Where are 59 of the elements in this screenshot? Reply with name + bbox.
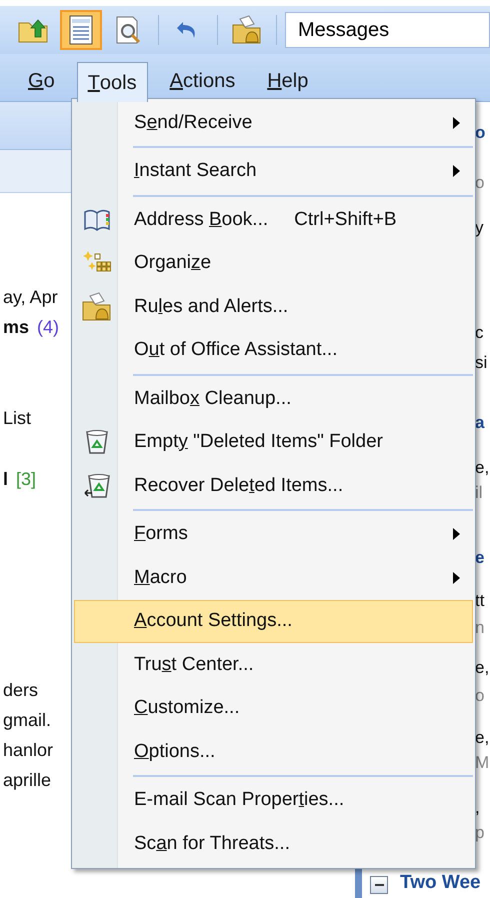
list-view-button[interactable] bbox=[60, 10, 102, 50]
collapse-toggle-icon[interactable] bbox=[370, 876, 388, 894]
pane-subheader bbox=[0, 150, 72, 193]
message-text: si bbox=[474, 352, 488, 374]
menu-item[interactable]: Instant Search bbox=[74, 150, 473, 193]
menu-bar-item[interactable]: Actions bbox=[160, 61, 246, 101]
menu-item[interactable]: Address Book... Ctrl+Shift+B bbox=[74, 198, 473, 242]
message-text: p bbox=[474, 822, 486, 844]
message-text: hanlor bbox=[3, 738, 54, 762]
message-text: c bbox=[474, 322, 484, 344]
menu-item[interactable]: E-mail Scan Properties... bbox=[74, 778, 473, 822]
menu-item[interactable]: Mailbox Cleanup... bbox=[74, 377, 473, 420]
menu-item[interactable]: Empty "Deleted Items" Folder bbox=[74, 420, 473, 464]
pane-header bbox=[0, 102, 72, 150]
group-header: Two Wee bbox=[400, 870, 481, 894]
menu-item[interactable]: Trust Center... bbox=[74, 643, 473, 686]
message-text: n bbox=[474, 617, 486, 639]
view-field[interactable]: Messages bbox=[285, 12, 490, 48]
folder-up-icon bbox=[18, 17, 48, 43]
menu-item[interactable]: Macro bbox=[74, 556, 473, 600]
menu-item[interactable]: Out of Office Assistant... bbox=[74, 328, 473, 372]
menu-item[interactable]: Organize bbox=[74, 242, 473, 285]
message-text: ay, Apr bbox=[3, 286, 58, 309]
trash-bin-arrow-icon bbox=[83, 472, 111, 499]
message-text: tt bbox=[474, 590, 486, 612]
message-text: e, bbox=[474, 457, 490, 479]
message-text: ders bbox=[3, 678, 38, 702]
menu-item[interactable]: Options... bbox=[74, 730, 473, 774]
message-text: e, bbox=[474, 657, 490, 679]
menu-item[interactable]: Rules and Alerts... bbox=[74, 285, 473, 328]
message-text: il bbox=[474, 482, 484, 504]
message-text: o bbox=[474, 122, 486, 144]
menu-item[interactable]: Send/Receive bbox=[74, 101, 473, 144]
message-text: gmail. bbox=[3, 708, 52, 732]
message-text: o bbox=[474, 685, 486, 707]
unread-count: (4) bbox=[37, 316, 60, 339]
message-text: ms bbox=[3, 316, 30, 338]
message-text: e, bbox=[474, 727, 490, 749]
message-text: l bbox=[3, 468, 8, 490]
folder-bell-icon bbox=[82, 292, 112, 322]
message-text: List bbox=[3, 406, 32, 430]
open-book-icon bbox=[83, 208, 111, 231]
menu-bar-item[interactable]: Tools bbox=[76, 62, 148, 102]
menu-bar-item[interactable]: Go bbox=[18, 61, 65, 101]
menu-item[interactable]: Recover Deleted Items... bbox=[74, 464, 473, 508]
message-text: a bbox=[474, 412, 486, 434]
menu-item[interactable]: Scan for Threats... bbox=[74, 822, 473, 866]
message-text: , bbox=[474, 797, 481, 819]
menu-bar-item[interactable]: Help bbox=[257, 61, 318, 101]
folder-bell-icon bbox=[232, 15, 262, 45]
list-view-icon bbox=[69, 15, 93, 45]
trash-bin-icon bbox=[85, 429, 109, 456]
menu-item[interactable]: Customize... bbox=[74, 686, 473, 730]
message-text: e bbox=[474, 547, 486, 569]
message-text: o bbox=[474, 172, 486, 194]
menu-item[interactable]: Account Settings... bbox=[74, 600, 473, 643]
unread-count: [3] bbox=[16, 468, 36, 491]
menu-item[interactable]: Forms bbox=[74, 512, 473, 556]
message-text: aprille bbox=[3, 768, 52, 792]
